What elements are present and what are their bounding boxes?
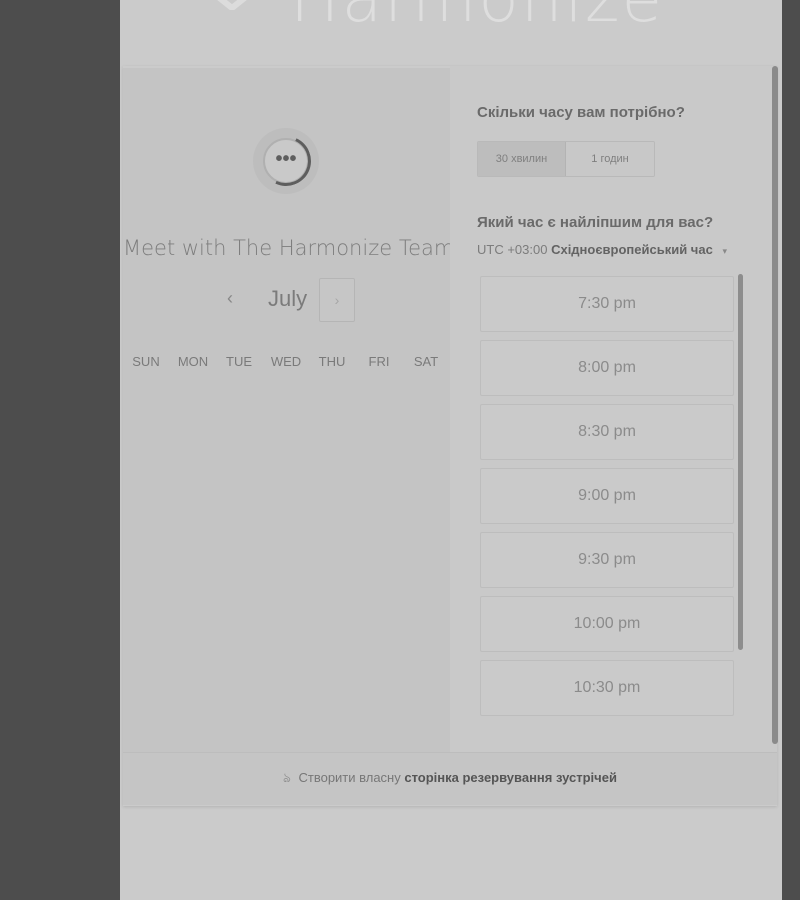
weekday-sat: SAT [413,354,439,369]
create-booking-page-link[interactable]: сторінка резервування зустрічей [404,770,617,785]
weekday-mon: MON [177,354,209,369]
time-slot-list: 7:30 pm 8:00 pm 8:30 pm 9:00 pm 9:30 pm … [480,276,734,716]
time-slot[interactable]: 8:30 pm [480,404,734,460]
time-slot[interactable]: 10:00 pm [480,596,734,652]
footer: ঌ Створити власну сторінка резервування … [123,752,777,805]
harmonize-logo-text: Harmonize [290,0,664,37]
weekday-sun: SUN [132,354,160,369]
timezone-selector[interactable]: UTC +03:00 Східноєвропейський час ▾ [477,242,727,257]
time-slot[interactable]: 8:00 pm [480,340,734,396]
meeting-title: Meet with The Harmonize Team [123,236,455,260]
time-slot[interactable]: 10:30 pm [480,660,734,716]
weekday-thu: THU [318,354,346,369]
weekday-wed: WED [270,354,302,369]
footer-prefix: Створити власну [298,770,401,785]
month-label: July [268,286,308,311]
duration-question: Скільки часу вам потрібно? [477,104,685,121]
duration-30-min-button[interactable]: 30 хвилин [478,142,566,176]
time-question: Який час є найліпшим для вас? [477,214,714,231]
brand-header: Harmonize [120,0,782,66]
weekday-tue: TUE [226,354,252,369]
time-slot[interactable]: 9:30 pm [480,532,734,588]
weekday-fri: FRI [368,354,390,369]
chevron-down-icon: ▾ [722,246,727,256]
duration-toggle: 30 хвилин 1 годин [477,141,655,177]
page-scrollbar[interactable] [772,66,778,744]
time-slot[interactable]: 9:00 pm [480,468,734,524]
time-slot-scrollbar[interactable] [738,274,743,650]
timezone-offset: UTC +03:00 [477,242,548,257]
timezone-name: Східноєвропейський час [551,242,713,257]
time-slot[interactable]: 7:30 pm [480,276,734,332]
previous-month-button[interactable]: ‹ [227,288,233,309]
booking-card: ••• Meet with The Harmonize Team ‹ July … [123,66,777,806]
month-navigation: ‹ July › [123,278,450,324]
next-month-button[interactable]: › [319,278,355,322]
calendar-panel: ••• Meet with The Harmonize Team ‹ July … [123,68,455,752]
page-background: Harmonize ••• Meet with The Harmonize Te… [120,0,782,900]
sprocket-icon: ঌ [283,770,291,785]
time-selection-panel: Скільки часу вам потрібно? 30 хвилин 1 г… [450,66,777,752]
weekday-header: SUN MON TUE WED THU FRI SAT [123,354,450,374]
avatar-ring [253,128,319,194]
harmonize-logo-mark [217,0,247,10]
avatar: ••• [253,128,319,194]
duration-1-hour-button[interactable]: 1 годин [566,142,654,176]
